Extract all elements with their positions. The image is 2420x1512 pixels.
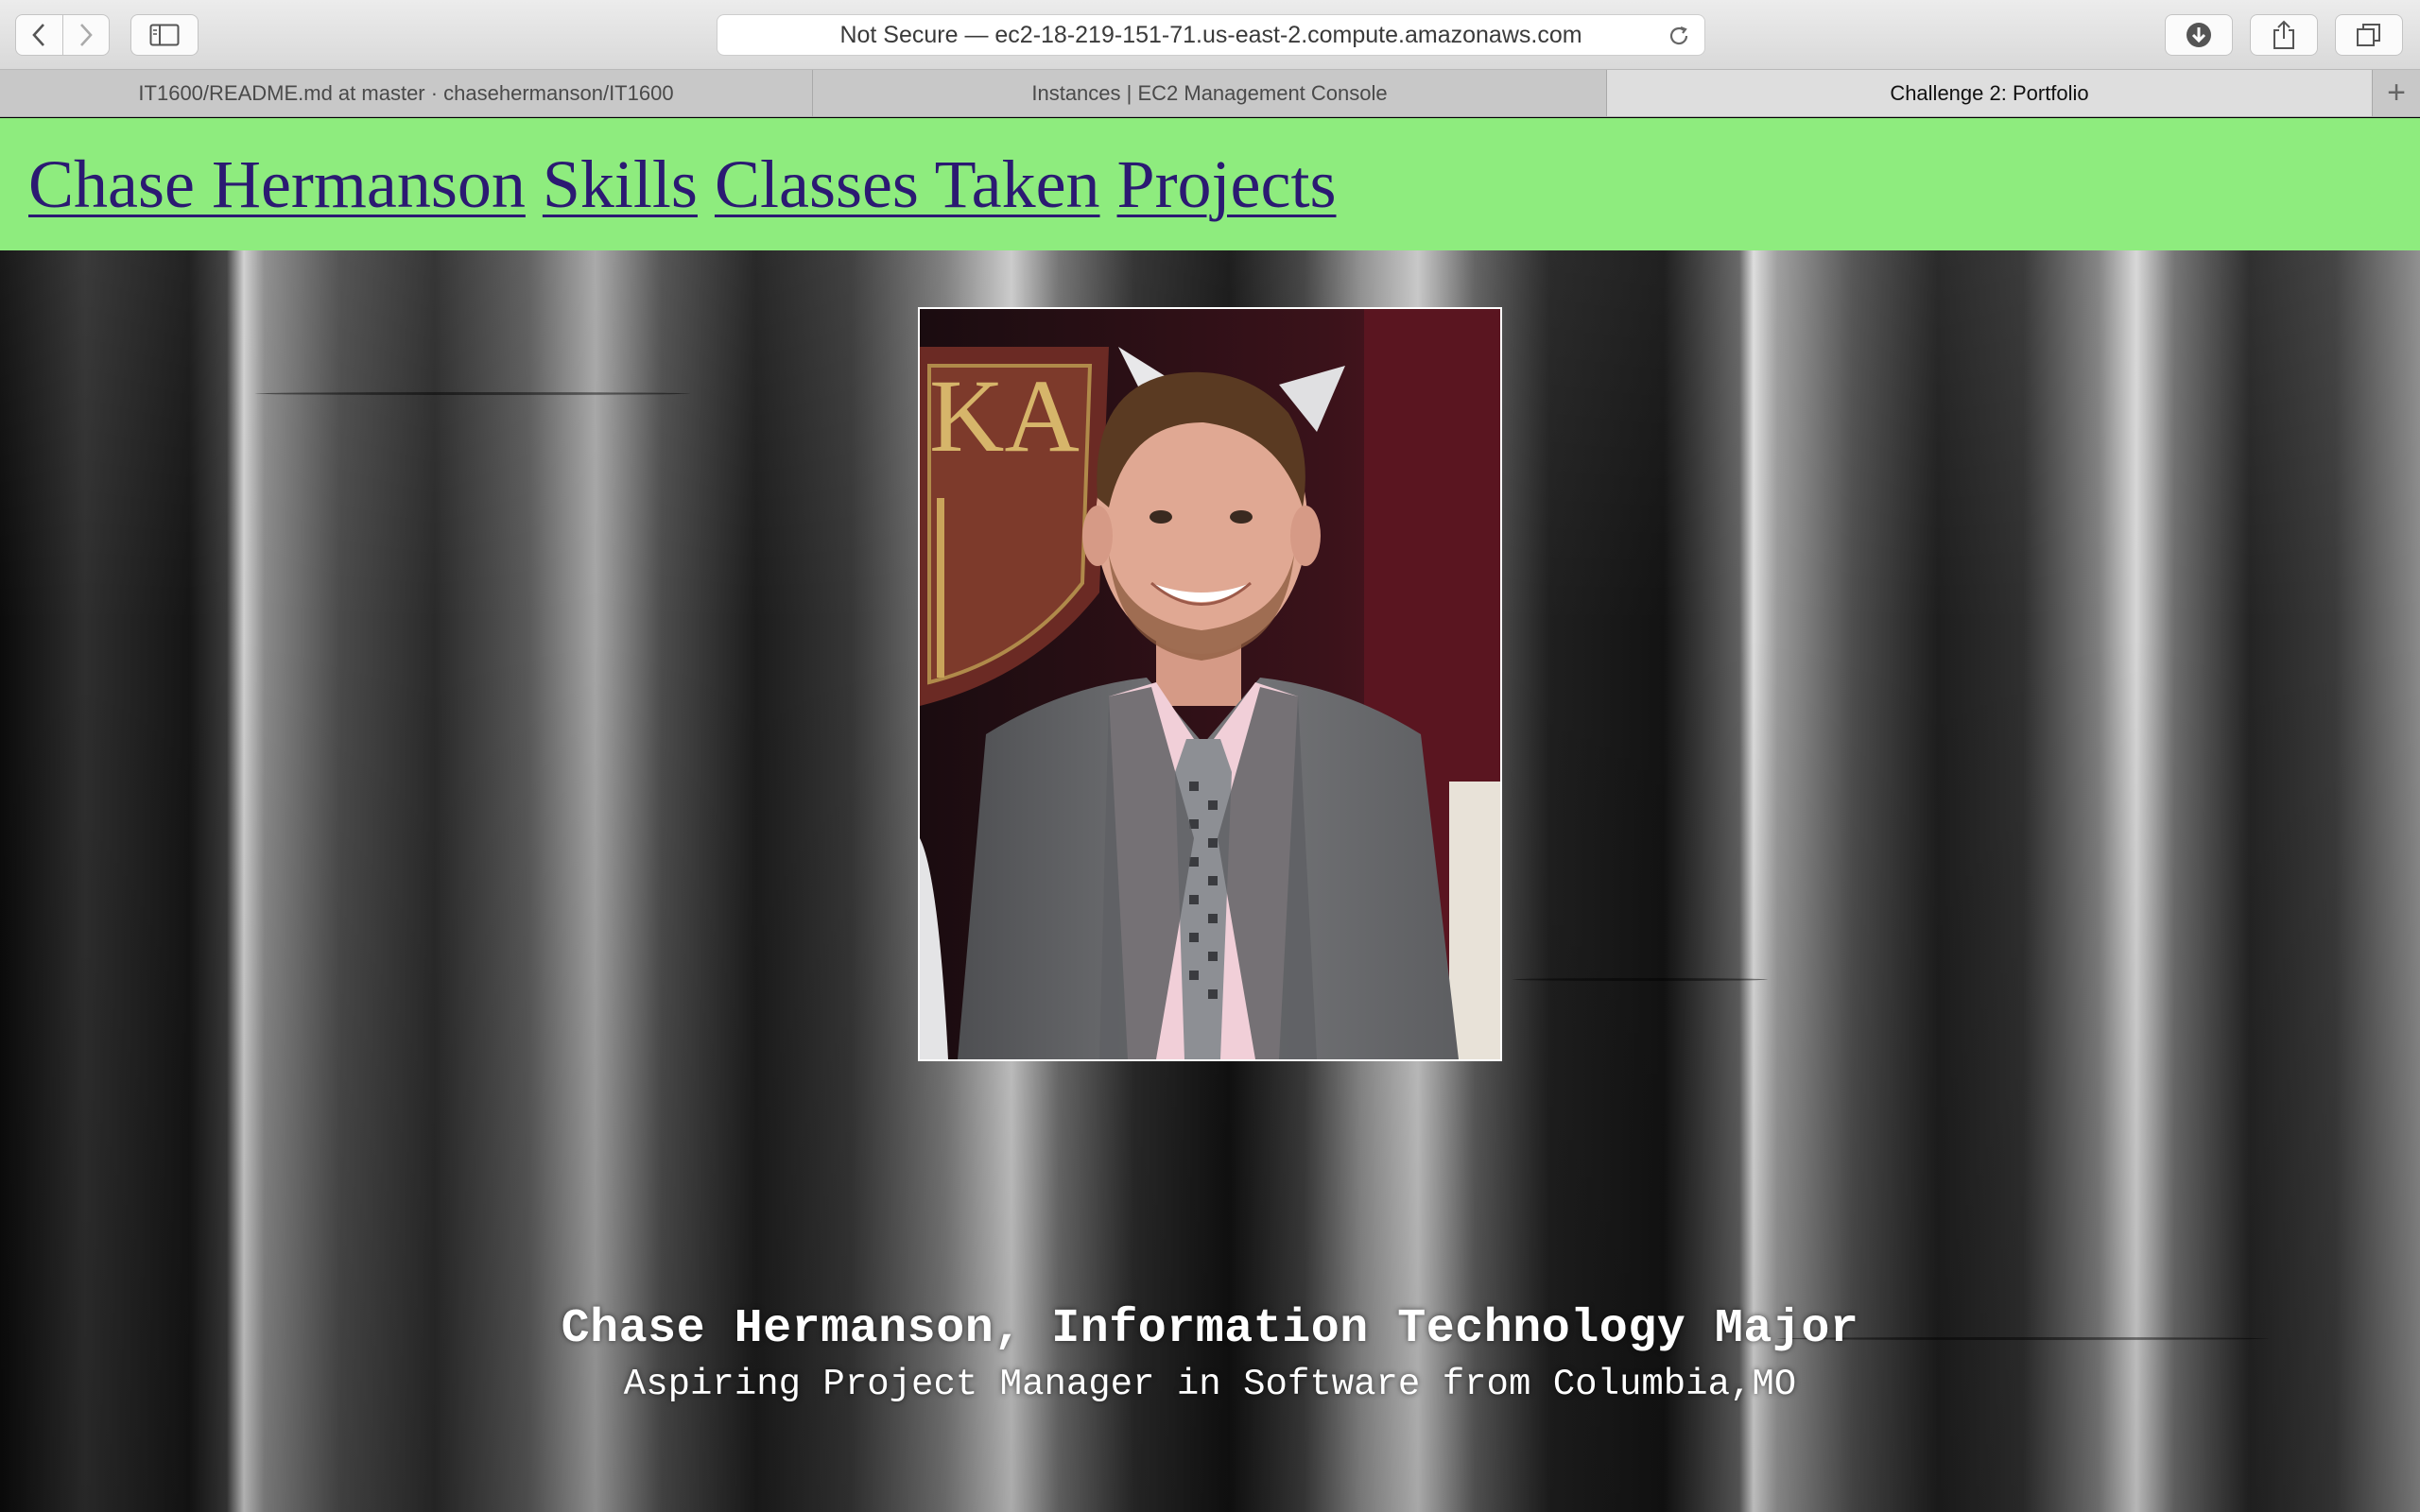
plus-icon: + — [2387, 75, 2406, 111]
address-bar[interactable]: Not Secure — ec2-18-219-151-71.us-east-2… — [717, 14, 1705, 56]
back-button[interactable] — [16, 15, 62, 55]
nav-link-skills[interactable]: Skills — [543, 146, 698, 224]
downloads-button[interactable] — [2165, 14, 2233, 56]
site-navbar: Chase Hermanson Skills Classes Taken Pro… — [0, 118, 2420, 250]
pillar-seam — [255, 392, 690, 395]
web-page: Chase Hermanson Skills Classes Taken Pro… — [0, 118, 2420, 1512]
chevron-left-icon — [32, 24, 45, 46]
reload-icon[interactable] — [1667, 24, 1691, 48]
pillar-seam — [1512, 978, 1768, 981]
nav-link-home[interactable]: Chase Hermanson — [28, 146, 526, 224]
hero-subheading: Aspiring Project Manager in Software fro… — [623, 1364, 1797, 1405]
portrait-photo-icon: KA — [920, 309, 1500, 1059]
nav-link-projects[interactable]: Projects — [1117, 146, 1337, 224]
tab-portfolio[interactable]: Challenge 2: Portfolio — [1607, 70, 2373, 116]
tab-label: IT1600/README.md at master · chaseherman… — [138, 80, 674, 105]
hero-section: KA Chase Hermanson, Information Technolo… — [0, 250, 2420, 1512]
hero-heading: Chase Hermanson, Information Technology … — [561, 1302, 1859, 1356]
new-tab-button[interactable]: + — [2373, 70, 2420, 116]
tab-overview-button[interactable] — [2335, 14, 2403, 56]
svg-text:KA: KA — [929, 358, 1080, 473]
sidebar-icon — [149, 24, 180, 46]
intro-block: Chase Hermanson, Information Technology … — [0, 1299, 2420, 1409]
tabs-icon — [2357, 24, 2380, 46]
address-text: Not Secure — ec2-18-219-151-71.us-east-2… — [839, 21, 1582, 48]
tab-bar: IT1600/README.md at master · chaseherman… — [0, 70, 2420, 117]
tab-label: Challenge 2: Portfolio — [1890, 80, 2089, 105]
download-icon — [2187, 23, 2211, 47]
forward-button[interactable] — [61, 15, 110, 55]
browser-toolbar: Not Secure — ec2-18-219-151-71.us-east-2… — [0, 0, 2420, 70]
chevron-right-icon — [79, 24, 93, 46]
profile-photo: KA — [918, 307, 1502, 1061]
nav-button-group — [15, 14, 110, 56]
nav-link-classes[interactable]: Classes Taken — [715, 146, 1100, 224]
tab-label: Instances | EC2 Management Console — [1031, 80, 1388, 105]
tab-readme[interactable]: IT1600/README.md at master · chaseherman… — [0, 70, 813, 116]
share-button[interactable] — [2250, 14, 2318, 56]
tab-ec2-console[interactable]: Instances | EC2 Management Console — [813, 70, 1607, 116]
sidebar-button[interactable] — [130, 14, 199, 56]
share-icon — [2273, 20, 2294, 49]
